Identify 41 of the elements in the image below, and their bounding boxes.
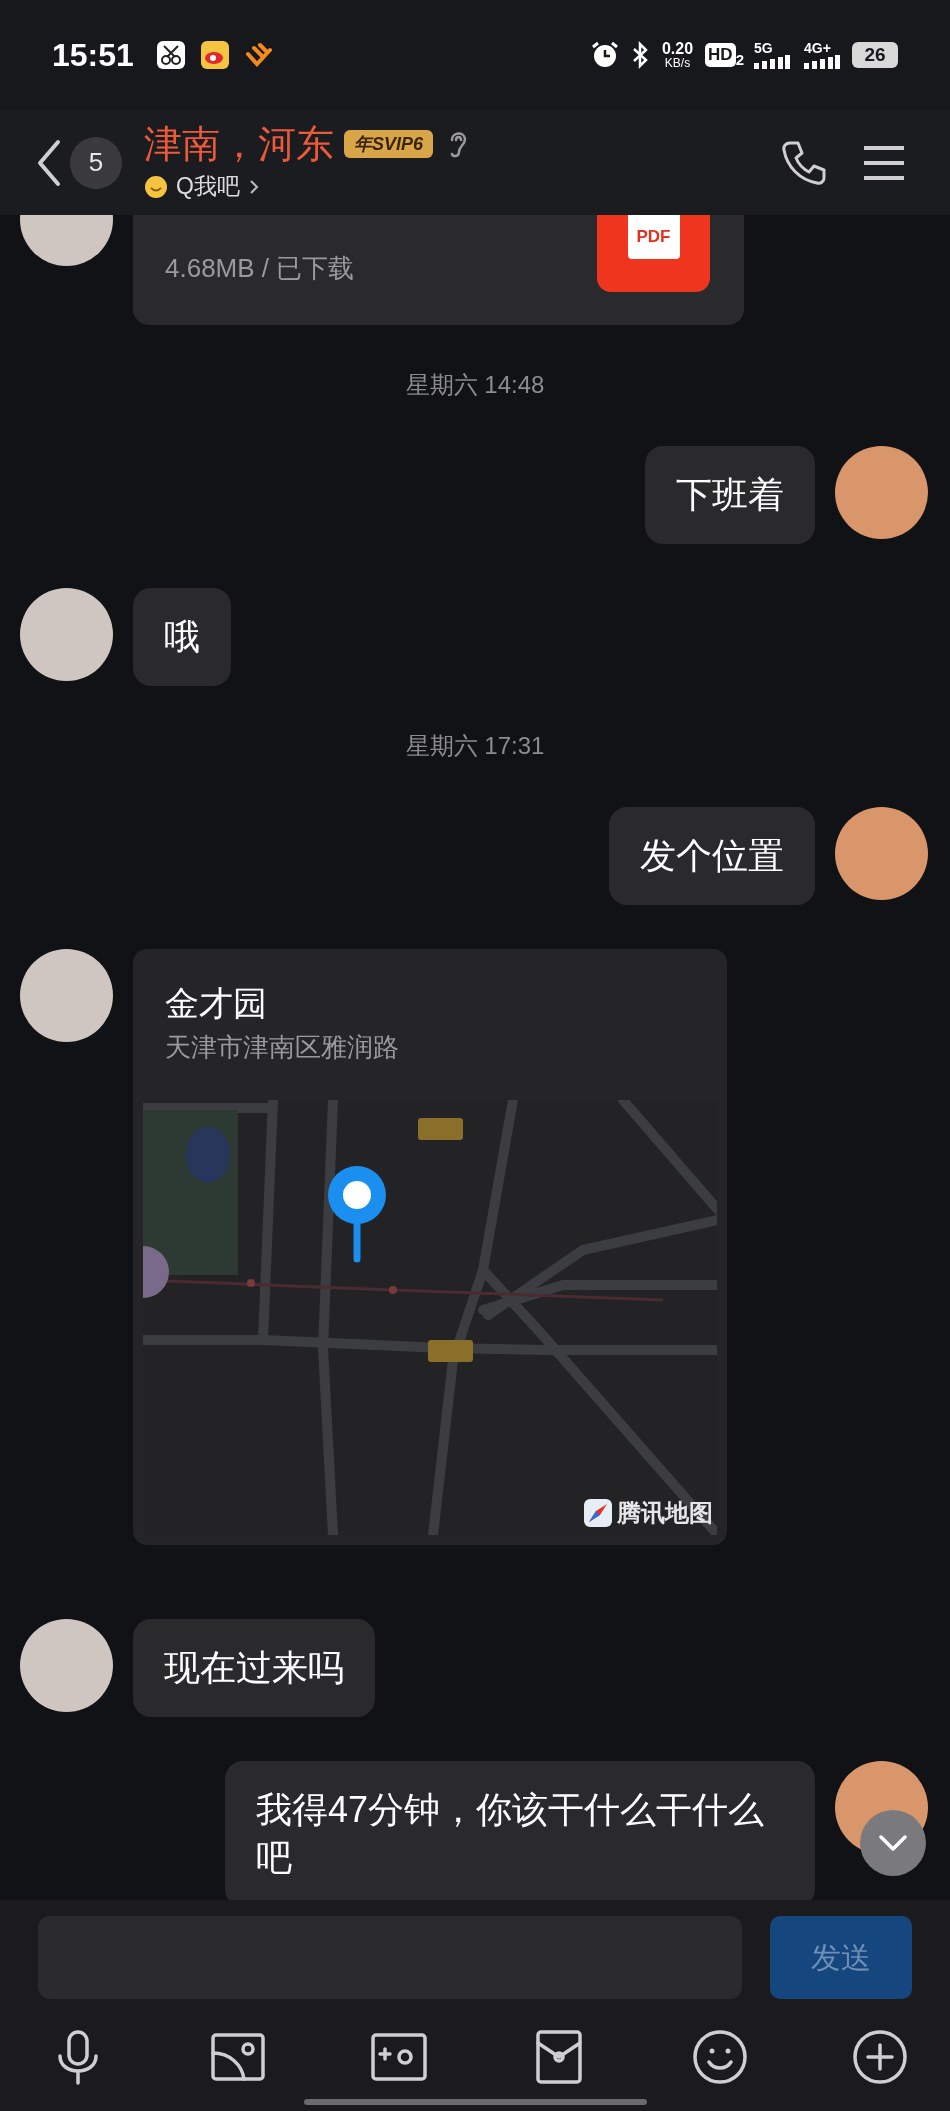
unread-count: 5 [70,136,122,189]
vip-badge: 年SVIP6 [344,130,434,159]
menu-icon[interactable] [862,144,906,181]
timestamp: 星期六 14:48 [405,370,545,400]
file-size: 4.68MB / 已下载 [165,252,355,285]
signal-bars-icon [754,55,790,69]
speed-unit: KB/s [664,57,691,69]
network-speed: 0.20 [661,41,694,57]
road-shield [428,1340,473,1362]
chat-message: 哦 [133,588,231,686]
contact-name[interactable]: 津南，河东 [144,121,334,168]
hd-voice-indicator: HD [705,43,736,67]
timestamp: 星期六 17:31 [405,731,545,761]
road-shield [418,1118,463,1140]
scissors-app-icon [155,40,186,70]
add-icon[interactable] [851,2029,908,2085]
compass-logo-icon [583,1498,613,1528]
chat-message: 下班着 [645,446,815,544]
smiley-icon [144,174,168,199]
battery-indicator: 26 [852,42,898,68]
location-card[interactable]: 金才园 天津市津南区雅润路 腾讯地图 [133,949,727,1545]
location-name: 金才园 [164,983,268,1024]
chevron-right-icon [247,177,260,196]
emoji-icon[interactable] [691,2029,748,2085]
chat-message: 发个位置 [609,807,815,905]
network-type: 5G [754,41,773,55]
chat-message: 现在过来吗 [133,1619,375,1717]
file-card[interactable]: 4.68MB / 已下载 PDF [133,215,744,325]
network-type: 4G+ [804,41,831,55]
location-pin-icon [326,1164,388,1264]
file-type-label: PDF [627,215,680,259]
clock-time: 15:51 [52,36,134,75]
chevron-down-icon [879,1835,907,1851]
status-text[interactable]: Q我吧 [176,169,240,204]
send-button[interactable]: 发送 [770,1916,912,1999]
chat-message: 我得47分钟，你该干什么干什么吧 [225,1761,815,1900]
map-attribution: 腾讯地图 [617,1498,713,1528]
sim-number: 2 [735,52,744,67]
location-address: 天津市津南区雅润路 [164,1031,400,1064]
signal-bars-icon [804,55,840,69]
alarm-icon [589,40,620,70]
